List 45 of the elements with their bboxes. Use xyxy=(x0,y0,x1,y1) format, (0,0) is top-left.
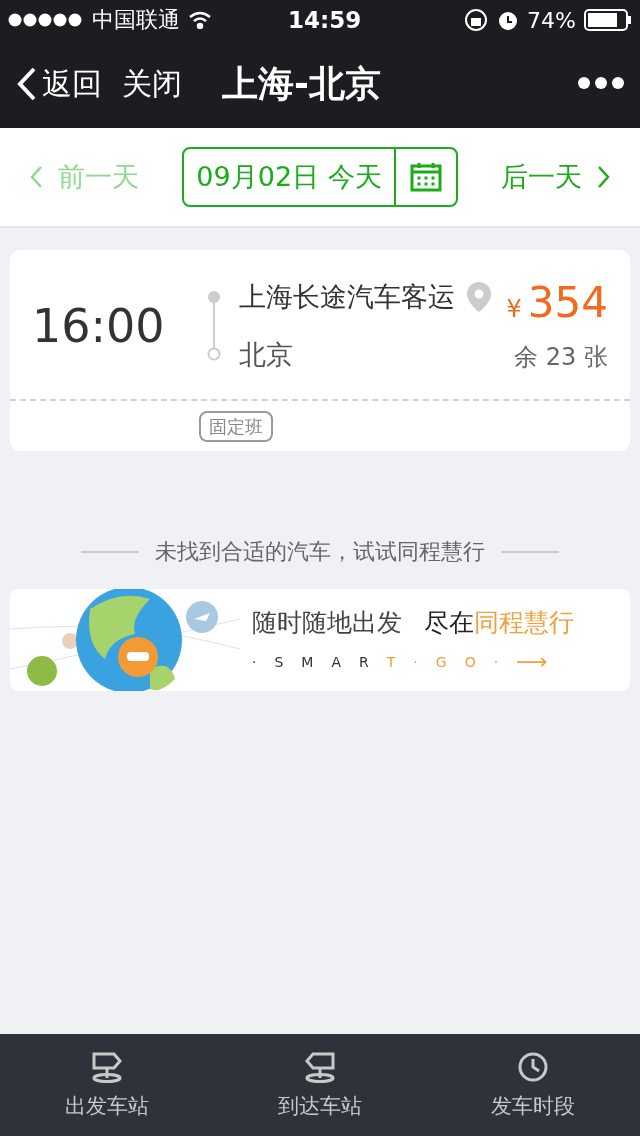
tab-bar-item[interactable]: 发车时段 xyxy=(426,1034,640,1136)
currency-symbol: ¥ xyxy=(506,295,522,323)
location-pin-icon xyxy=(466,281,491,312)
battery-percent: 74% xyxy=(527,7,576,33)
carrier-name: 中国联通 xyxy=(92,6,180,34)
page-title: 上海-北京 xyxy=(222,61,381,106)
signpost-icon xyxy=(303,1050,337,1084)
signal-icon xyxy=(8,13,84,27)
promo-banner[interactable]: 随时随地出发 尽在同程慧行 · S M A R T · G O · ⟶ xyxy=(10,589,630,691)
tagline-letter: · xyxy=(252,653,257,670)
route-line-icon xyxy=(206,289,221,362)
tagline-letter: O xyxy=(464,653,476,670)
slogan-brand-text: 尽在同程慧行 xyxy=(424,607,574,639)
schedule-tag: 固定班 xyxy=(199,411,273,442)
arrow-text: ⟶ xyxy=(516,649,548,674)
back-button[interactable]: 返回 xyxy=(16,63,102,105)
rotation-lock-icon xyxy=(463,7,490,33)
date-text: 09月02日 今天 xyxy=(195,160,383,194)
departure-time: 16:00 xyxy=(32,298,165,353)
tagline-letter: R xyxy=(359,653,369,670)
price: 354 xyxy=(527,278,608,327)
tagline-letter: · xyxy=(493,653,499,670)
clock-time: 14:59 xyxy=(288,7,362,33)
trip-card[interactable]: 16:00 上海长途汽车客运 北京 ¥354 余 23 张 固定班 xyxy=(10,250,630,451)
tab-bar-item[interactable]: 到达车站 xyxy=(213,1034,427,1136)
chevron-right-icon xyxy=(598,166,610,188)
tagline-letter: G xyxy=(435,653,447,670)
close-button[interactable]: 关闭 xyxy=(122,63,182,105)
tagline-letter: M xyxy=(301,653,314,670)
tagline-letter: A xyxy=(331,653,341,670)
suggestion-text: 未找到合适的汽车，试试同程慧行 xyxy=(155,538,485,566)
more-button[interactable] xyxy=(578,76,624,92)
calendar-icon xyxy=(409,162,442,192)
departure-station: 上海长途汽车客运 xyxy=(238,279,455,314)
tagline-letter: T xyxy=(386,653,396,670)
tab-bar-item[interactable]: 出发车站 xyxy=(0,1034,214,1136)
seats-remaining: 余 23 张 xyxy=(514,342,608,373)
battery-icon xyxy=(584,9,632,31)
arrival-station: 北京 xyxy=(238,337,294,372)
slogan-text: 随时随地出发 xyxy=(252,607,402,639)
chevron-left-icon xyxy=(30,166,42,188)
chevron-left-icon xyxy=(16,67,38,101)
wifi-icon xyxy=(188,11,212,29)
tagline-letter: · xyxy=(413,653,418,670)
tagline-letter: S xyxy=(274,653,284,670)
